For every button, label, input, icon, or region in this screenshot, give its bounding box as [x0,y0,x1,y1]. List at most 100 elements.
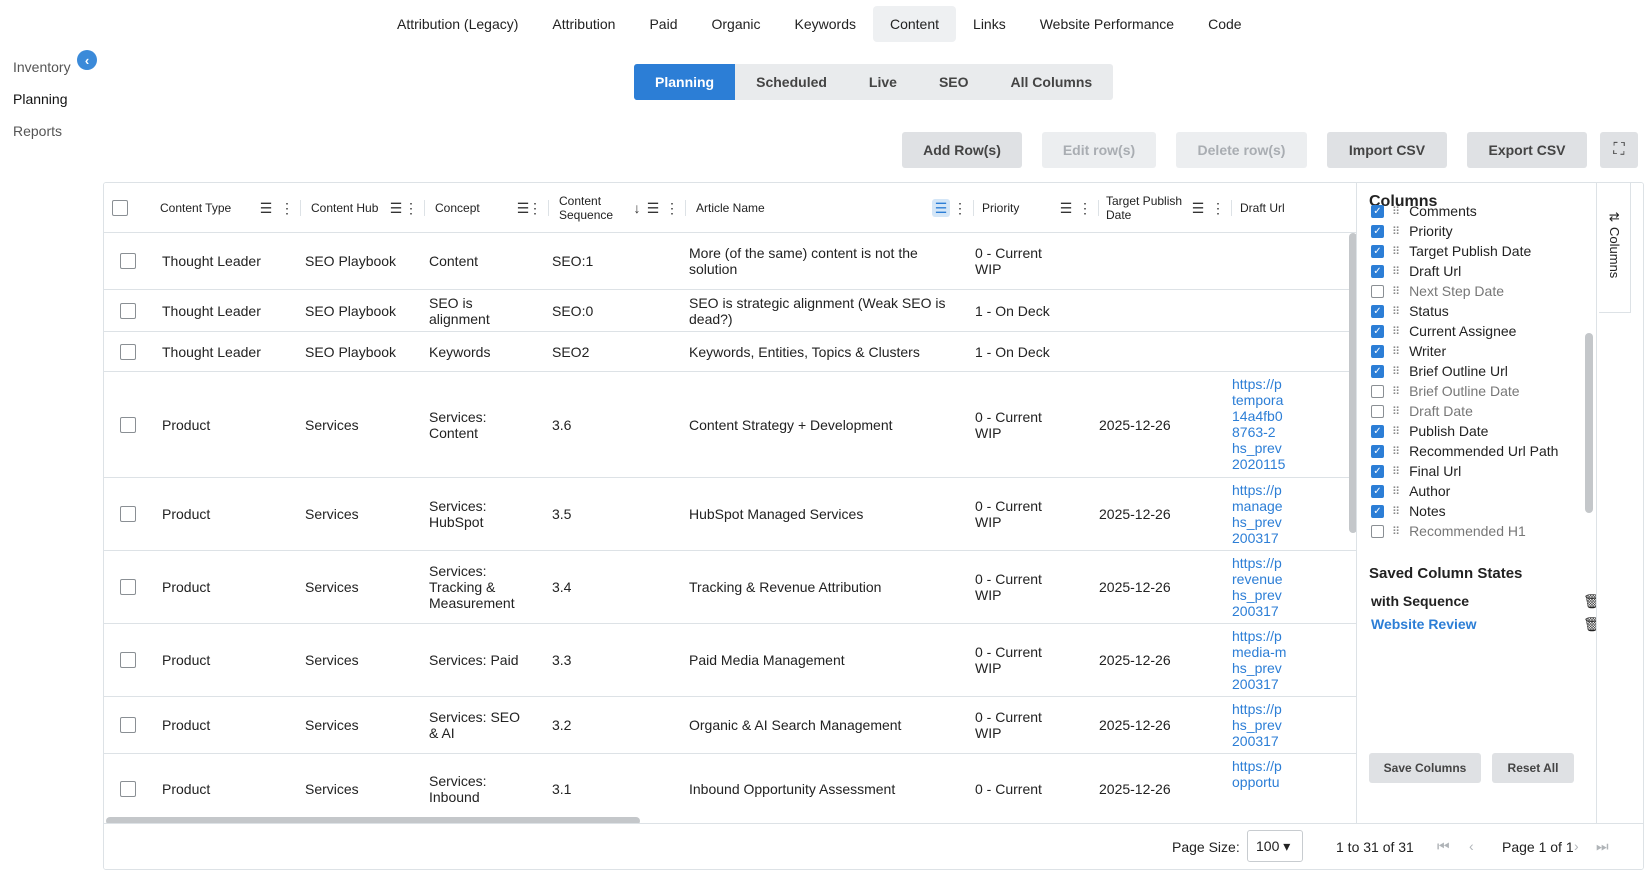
column-toggle-item[interactable]: ✓ ⠿ Status [1371,301,1591,321]
filter-icon[interactable]: ☰ [644,199,662,217]
cell-content-sequence[interactable]: 3.3 [552,624,571,696]
prev-page-icon[interactable]: ‹ [1469,838,1474,854]
checkbox-checked-icon[interactable]: ✓ [1371,324,1384,338]
cell-target-publish-date[interactable]: 2025-12-26 [1099,697,1171,753]
tab-code[interactable]: Code [1191,6,1258,42]
cell-content-hub[interactable]: Services [305,551,359,623]
cell-content-type[interactable]: Product [162,697,210,753]
active-filter-icon[interactable]: ☰ [932,199,950,217]
drag-handle-icon[interactable]: ⠿ [1392,285,1400,298]
checkbox-unchecked-icon[interactable] [1371,284,1384,298]
cell-concept[interactable]: Services: Inbound [429,754,544,823]
cell-priority[interactable]: 0 - Current WIP [975,624,1085,696]
saved-state-website-review[interactable]: Website Review [1371,616,1477,632]
edit-rows-button[interactable]: Edit row(s) [1042,132,1156,168]
saved-state-with-sequence[interactable]: with Sequence [1371,593,1469,609]
drag-handle-icon[interactable]: ⠿ [1392,265,1400,278]
columns-side-tab[interactable]: ⇅ Columns [1599,183,1631,313]
subtab-live[interactable]: Live [848,64,918,100]
next-page-icon[interactable]: › [1574,838,1579,854]
cell-draft-url-link[interactable]: https://p opportu [1232,754,1350,823]
column-toggle-item[interactable]: ✓ ⠿ Target Publish Date [1371,241,1591,261]
tab-links[interactable]: Links [956,6,1023,42]
subtab-seo[interactable]: SEO [918,64,990,100]
cell-priority[interactable]: 0 - Current WIP [975,478,1085,550]
cell-priority[interactable]: 1 - On Deck [975,290,1085,331]
cell-article-name[interactable]: More (of the same) content is not the sol… [689,233,959,289]
cell-priority[interactable]: 0 - Current WIP [975,233,1085,289]
header-content-type[interactable]: Content Type [160,183,231,233]
tab-attribution[interactable]: Attribution [535,6,632,42]
column-menu-icon[interactable]: ⋮ [1211,199,1225,217]
cell-content-sequence[interactable]: 3.1 [552,754,571,823]
cell-content-hub[interactable]: SEO Playbook [305,233,396,289]
checkbox-unchecked-icon[interactable] [1371,384,1384,398]
cell-article-name[interactable]: Content Strategy + Development [689,372,959,477]
cell-article-name[interactable]: SEO is strategic alignment (Weak SEO is d… [689,290,959,331]
column-toggle-item[interactable]: ✓ ⠿ Publish Date [1371,421,1591,441]
checkbox-checked-icon[interactable]: ✓ [1371,204,1384,218]
checkbox-unchecked-icon[interactable] [1371,404,1384,418]
checkbox-checked-icon[interactable]: ✓ [1371,424,1384,438]
table-row[interactable]: Product Services Services: Inbound 3.1 Inboun… [104,754,1356,823]
column-toggle-item[interactable]: ⠿ Recommended H1 [1371,521,1591,541]
checkbox-checked-icon[interactable]: ✓ [1371,304,1384,318]
cell-content-type[interactable]: Product [162,754,210,823]
cell-content-type[interactable]: Product [162,478,210,550]
checkbox-checked-icon[interactable]: ✓ [1371,224,1384,238]
reset-all-button[interactable]: Reset All [1492,753,1574,783]
column-list-scrollbar[interactable] [1585,333,1593,513]
column-menu-icon[interactable]: ⋮ [1078,199,1092,217]
drag-handle-icon[interactable]: ⠿ [1392,405,1400,418]
select-all-checkbox[interactable] [112,183,128,233]
table-row[interactable]: Product Services Services: Tracking & Measur… [104,551,1356,624]
cell-content-sequence[interactable]: SEO:1 [552,233,593,289]
column-toggle-item[interactable]: ✓ ⠿ Writer [1371,341,1591,361]
drag-handle-icon[interactable]: ⠿ [1392,345,1400,358]
save-columns-button[interactable]: Save Columns [1369,753,1481,783]
cell-priority[interactable]: 1 - On Deck [975,332,1085,371]
header-article-name[interactable]: Article Name [696,183,765,233]
drag-handle-icon[interactable]: ⠿ [1392,325,1400,338]
checkbox-checked-icon[interactable]: ✓ [1371,464,1384,478]
cell-content-hub[interactable]: SEO Playbook [305,332,396,371]
column-toggle-item[interactable]: ✓ ⠿ Draft Url [1371,261,1591,281]
tab-keywords[interactable]: Keywords [778,6,873,42]
checkbox-checked-icon[interactable]: ✓ [1371,504,1384,518]
cell-target-publish-date[interactable]: 2025-12-26 [1099,478,1171,550]
cell-concept[interactable]: Services: SEO & AI [429,697,544,753]
drag-handle-icon[interactable]: ⠿ [1392,485,1400,498]
import-csv-button[interactable]: Import CSV [1327,132,1447,168]
last-page-icon[interactable]: ⏭ [1596,838,1609,855]
cell-concept[interactable]: Services: Paid [429,624,544,696]
column-menu-icon[interactable]: ⋮ [280,199,294,217]
table-row[interactable]: Thought Leader SEO Playbook Content SEO:1 Mo… [104,233,1356,290]
cell-target-publish-date[interactable]: 2025-12-26 [1099,754,1171,823]
cell-content-hub[interactable]: Services [305,754,359,823]
page-size-select[interactable]: 100 ▾ [1247,830,1303,862]
column-toggle-item[interactable]: ⠿ Draft Date [1371,401,1591,421]
export-csv-button[interactable]: Export CSV [1467,132,1587,168]
fullscreen-icon[interactable]: ⛶ [1600,132,1638,168]
add-rows-button[interactable]: Add Row(s) [902,132,1022,168]
filter-icon[interactable]: ☰ [257,199,275,217]
drag-handle-icon[interactable]: ⠿ [1392,385,1400,398]
sidenav-item-planning[interactable]: Planning [13,88,71,110]
cell-priority[interactable]: 0 - Current WIP [975,372,1085,477]
row-checkbox[interactable] [120,332,136,371]
row-checkbox[interactable] [120,754,136,823]
delete-rows-button[interactable]: Delete row(s) [1176,132,1307,168]
cell-content-sequence[interactable]: 3.6 [552,372,571,477]
cell-concept[interactable]: Services: HubSpot [429,478,544,550]
row-checkbox[interactable] [120,478,136,550]
cell-draft-url-link[interactable] [1232,233,1350,289]
drag-handle-icon[interactable]: ⠿ [1392,245,1400,258]
table-row[interactable]: Product Services Services: SEO & AI 3.2 Organ… [104,697,1356,754]
tab-paid[interactable]: Paid [632,6,694,42]
column-toggle-item[interactable]: ⠿ Brief Outline Date [1371,381,1591,401]
column-toggle-item[interactable]: ✓ ⠿ Priority [1371,221,1591,241]
checkbox-checked-icon[interactable]: ✓ [1371,264,1384,278]
cell-draft-url-link[interactable]: https://p revenue hs_prev 200317 [1232,551,1350,623]
cell-content-sequence[interactable]: 3.5 [552,478,571,550]
filter-icon[interactable]: ☰ [1057,199,1075,217]
